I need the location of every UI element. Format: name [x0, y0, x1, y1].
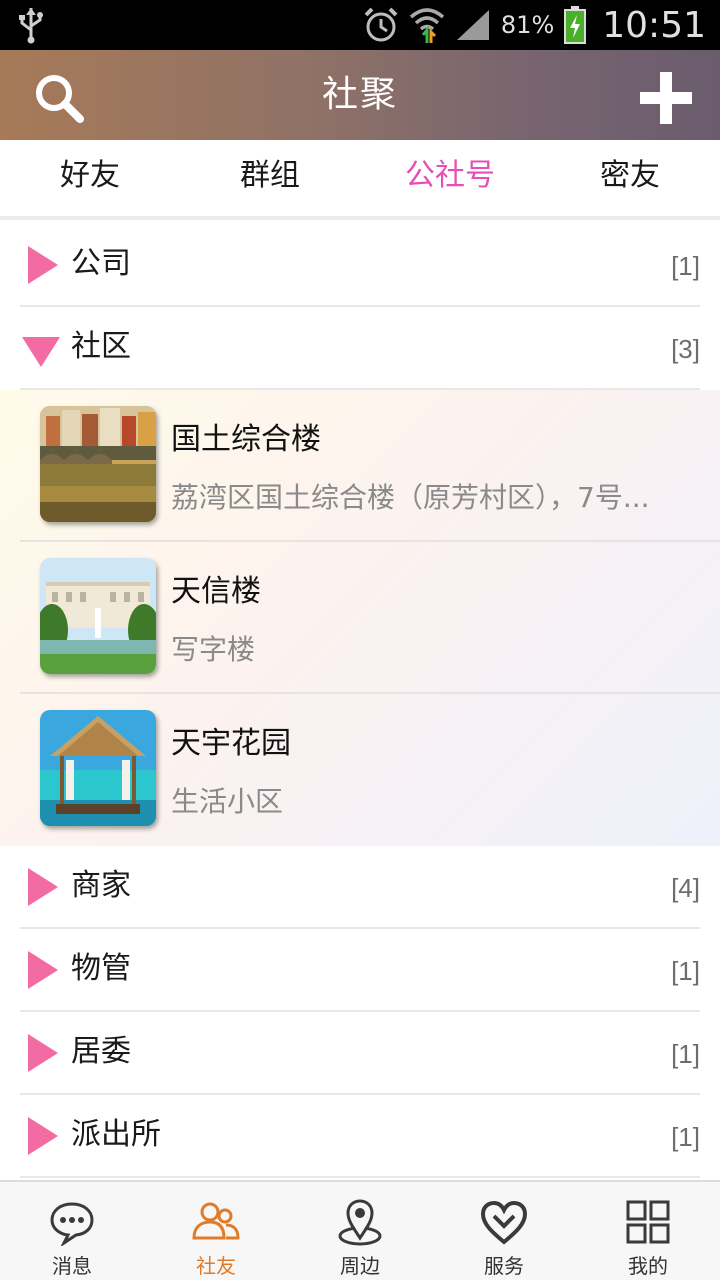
nav-label: 社友 — [196, 1254, 236, 1278]
nav-label: 消息 — [52, 1254, 92, 1278]
group-row-company[interactable]: 公司 [1] — [20, 224, 700, 307]
list-item[interactable]: 天信楼 写字楼 — [20, 542, 720, 694]
signal-icon — [456, 10, 489, 40]
alarm-icon — [364, 7, 398, 42]
group-row-property-management[interactable]: 物管 [1] — [20, 929, 700, 1012]
nav-services[interactable]: 服务 — [432, 1182, 576, 1280]
nav-label: 周边 — [340, 1254, 380, 1278]
item-name: 天信楼 — [171, 574, 261, 609]
item-desc: 生活小区 — [171, 785, 284, 818]
tab-bar: 好友 群组 公社号 密友 — [0, 140, 720, 220]
item-name: 国土综合楼 — [171, 422, 321, 457]
triangle-right-icon — [28, 1117, 58, 1155]
nav-messages[interactable]: 消息 — [0, 1182, 144, 1280]
usb-icon — [19, 8, 43, 44]
tab-friends[interactable]: 好友 — [0, 140, 180, 216]
group-count: [4] — [671, 873, 700, 903]
nav-nearby[interactable]: 周边 — [288, 1182, 432, 1280]
heart-hands-icon — [480, 1200, 528, 1245]
nav-label: 服务 — [484, 1254, 524, 1278]
nav-label: 我的 — [628, 1254, 668, 1278]
group-label: 物管 — [71, 951, 131, 986]
item-desc: 写字楼 — [171, 633, 256, 666]
item-desc: 荔湾区国土综合楼（原芳村区），7号... — [171, 481, 650, 514]
community-items: 国土综合楼 荔湾区国土综合楼（原芳村区），7号... 天信楼 写字楼 天宇花园 … — [0, 390, 720, 846]
list-item[interactable]: 天宇花园 生活小区 — [20, 694, 720, 846]
beach-hut-thumbnail — [40, 710, 156, 826]
triangle-down-icon — [22, 337, 60, 367]
group-row-merchants[interactable]: 商家 [4] — [20, 846, 700, 929]
group-list: 公司 [1] 社区 [3] 国土综合楼 荔湾区国土综合楼（原芳村区），7号...… — [0, 224, 720, 1178]
chat-bubble-icon — [50, 1202, 94, 1246]
bottom-nav: 消息 社友 周边 服务 我的 — [0, 1180, 720, 1280]
triangle-right-icon — [28, 951, 58, 989]
group-label: 社区 — [71, 329, 131, 364]
group-count: [1] — [671, 956, 700, 986]
status-bar: 81% 10:51 — [0, 0, 720, 50]
group-count: [1] — [671, 1122, 700, 1152]
triangle-right-icon — [28, 868, 58, 906]
bridge-town-thumbnail — [40, 406, 156, 522]
item-name: 天宇花园 — [171, 726, 291, 761]
location-pin-icon — [338, 1199, 382, 1246]
tab-close-friends[interactable]: 密友 — [540, 140, 720, 216]
triangle-right-icon — [28, 246, 58, 284]
group-label: 商家 — [71, 868, 131, 903]
group-row-neighborhood-committee[interactable]: 居委 [1] — [20, 1012, 700, 1095]
grid-icon — [626, 1200, 670, 1244]
group-label: 派出所 — [71, 1117, 161, 1152]
group-count: [1] — [671, 251, 700, 281]
tab-groups[interactable]: 群组 — [180, 140, 360, 216]
group-count: [3] — [671, 334, 700, 364]
battery-icon — [564, 6, 587, 44]
triangle-right-icon — [28, 1034, 58, 1072]
friends-icon — [192, 1202, 240, 1240]
palace-fountain-thumbnail — [40, 558, 156, 674]
app-header: 社聚 — [0, 50, 720, 140]
clock: 10:51 — [602, 4, 706, 46]
list-item[interactable]: 国土综合楼 荔湾区国土综合楼（原芳村区），7号... — [20, 390, 720, 542]
nav-mine[interactable]: 我的 — [576, 1182, 720, 1280]
tab-commune-accounts[interactable]: 公社号 — [360, 140, 540, 216]
wifi-icon — [409, 8, 445, 43]
plus-icon[interactable] — [640, 72, 692, 124]
group-label: 居委 — [71, 1034, 131, 1069]
page-title: 社聚 — [321, 74, 398, 115]
group-row-community[interactable]: 社区 [3] — [20, 307, 700, 390]
group-count: [1] — [671, 1039, 700, 1069]
group-label: 公司 — [71, 246, 131, 281]
battery-percent: 81% — [500, 11, 555, 39]
nav-friends[interactable]: 社友 — [144, 1182, 288, 1280]
group-row-police-station[interactable]: 派出所 [1] — [20, 1095, 700, 1178]
